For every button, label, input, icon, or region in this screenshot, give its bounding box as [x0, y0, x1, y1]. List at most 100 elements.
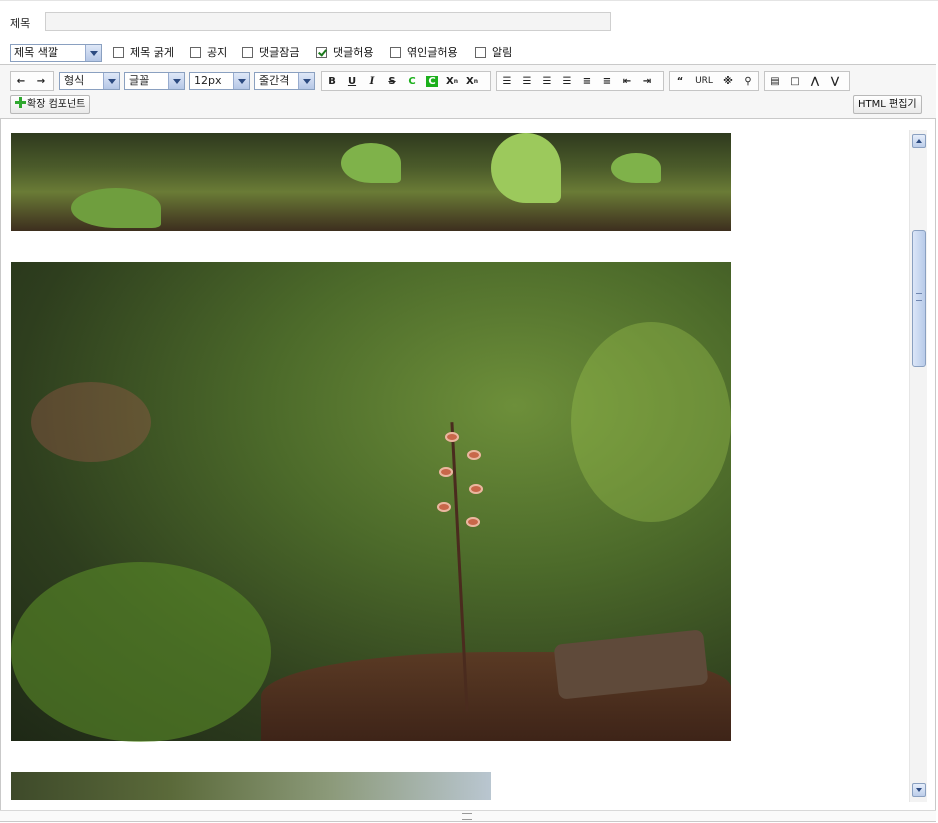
- font-select[interactable]: 글꼴: [124, 72, 185, 90]
- orchid-flower: [469, 484, 483, 494]
- box-button[interactable]: □: [785, 72, 805, 90]
- align-left-button[interactable]: ☰: [497, 72, 517, 90]
- split-column-button[interactable]: ⋀: [805, 72, 825, 90]
- quote-icon: “: [676, 75, 684, 87]
- font-color-button[interactable]: C: [402, 72, 422, 90]
- checkbox-label: 댓글잠금: [259, 46, 300, 59]
- split-column-icon: ⋀: [810, 75, 820, 87]
- superscript-icon: X: [446, 75, 454, 87]
- orchid-flower: [437, 502, 451, 512]
- format-select[interactable]: 형식: [59, 72, 120, 90]
- extend-component-button[interactable]: 확장 컴포넌트: [10, 95, 91, 114]
- bg-color-button[interactable]: C: [422, 72, 442, 90]
- split-row-icon: ⋁: [830, 75, 840, 87]
- bokeh-light: [31, 382, 151, 462]
- outdent-button[interactable]: ⇤: [617, 72, 637, 90]
- italic-icon: I: [369, 75, 375, 87]
- title-color-select-value: 제목 색깔: [14, 46, 58, 59]
- align-right-button[interactable]: ☰: [537, 72, 557, 90]
- subscript-icon: X: [466, 75, 474, 87]
- checkbox-icon[interactable]: [475, 46, 486, 58]
- search-button[interactable]: ⚲: [738, 72, 758, 90]
- orchid-flower: [439, 467, 453, 477]
- bold-icon: B: [328, 75, 336, 87]
- line-spacing-select-value: 줄간격: [259, 74, 290, 87]
- checkbox-label: 댓글허용: [333, 46, 374, 59]
- indent-button[interactable]: ⇥: [637, 72, 657, 90]
- unordered-list-button[interactable]: ≡: [597, 72, 617, 90]
- checkbox-icon[interactable]: [190, 46, 201, 58]
- bg-color-icon: C: [426, 75, 438, 87]
- font-size-select[interactable]: 12px: [189, 72, 250, 90]
- chevron-down-icon: [103, 73, 119, 89]
- html-editor-button[interactable]: HTML 편집기: [853, 95, 922, 114]
- align-center-button[interactable]: ☰: [517, 72, 537, 90]
- subscript-button[interactable]: Xn: [462, 72, 482, 90]
- font-color-icon: C: [408, 75, 416, 87]
- content-image-2: [11, 262, 731, 742]
- checkbox-icon[interactable]: [390, 46, 401, 58]
- chevron-down-icon: [298, 73, 314, 89]
- underline-button[interactable]: U: [342, 72, 362, 90]
- ordered-list-icon: ≡: [582, 75, 592, 87]
- line-spacing-select[interactable]: 줄간격: [254, 72, 315, 90]
- redo-button[interactable]: →: [31, 72, 51, 90]
- scroll-down-button[interactable]: [912, 783, 926, 797]
- editor-toolbar: ← → 형식 글꼴 12px 줄간격 B U I S C C Xn Xn ☰ ☰…: [0, 65, 936, 119]
- superscript-button[interactable]: Xn: [442, 72, 462, 90]
- top-divider: [0, 0, 938, 3]
- url-button[interactable]: URL: [690, 72, 718, 90]
- table-button[interactable]: ▤: [765, 72, 785, 90]
- checkbox-notify[interactable]: 알림: [475, 45, 512, 59]
- text-style-group: B U I S C C Xn Xn: [321, 71, 491, 91]
- indent-icon: ⇥: [642, 75, 652, 87]
- checkbox-trackback-allow[interactable]: 엮인글허용: [390, 45, 458, 59]
- checkbox-icon[interactable]: [113, 46, 124, 58]
- html-editor-label: HTML 편집기: [858, 99, 917, 110]
- split-row-button[interactable]: ⋁: [825, 72, 845, 90]
- align-right-icon: ☰: [542, 75, 552, 87]
- ordered-list-button[interactable]: ≡: [577, 72, 597, 90]
- checkbox-label: 엮인글허용: [407, 46, 458, 59]
- checkbox-checked-icon[interactable]: [316, 46, 327, 58]
- undo-icon: ←: [16, 75, 26, 87]
- scroll-thumb[interactable]: [912, 230, 926, 367]
- search-icon: ⚲: [744, 75, 752, 87]
- checkbox-title-bold[interactable]: 제목 굵게: [113, 45, 174, 59]
- orchid-flower: [467, 450, 481, 460]
- align-justify-button[interactable]: ☰: [557, 72, 577, 90]
- special-char-icon: ※: [723, 75, 733, 87]
- leaf-shape: [611, 153, 661, 183]
- table-icon: ▤: [770, 75, 780, 87]
- leaf-shape: [341, 143, 401, 183]
- checkbox-comment-lock[interactable]: 댓글잠금: [242, 45, 299, 59]
- box-icon: □: [790, 75, 800, 87]
- align-justify-icon: ☰: [562, 75, 572, 87]
- checkbox-icon[interactable]: [242, 46, 253, 58]
- undo-button[interactable]: ←: [11, 72, 31, 90]
- format-select-value: 형식: [64, 74, 85, 87]
- chevron-down-icon: [168, 73, 184, 89]
- unordered-list-icon: ≡: [602, 75, 612, 87]
- vertical-scrollbar[interactable]: [909, 130, 927, 802]
- leaf-shape: [491, 133, 561, 203]
- redo-icon: →: [36, 75, 46, 87]
- quote-button[interactable]: “: [670, 72, 690, 90]
- title-label: 제목: [10, 17, 31, 30]
- bold-button[interactable]: B: [322, 72, 342, 90]
- table-group: ▤ □ ⋀ ⋁: [764, 71, 850, 91]
- italic-button[interactable]: I: [362, 72, 382, 90]
- scroll-up-button[interactable]: [912, 134, 926, 148]
- title-input[interactable]: [45, 12, 611, 31]
- strike-button[interactable]: S: [382, 72, 402, 90]
- extend-component-label: 확장 컴포넌트: [27, 99, 86, 110]
- checkbox-label: 제목 굵게: [130, 46, 174, 59]
- resize-handle[interactable]: [0, 810, 936, 821]
- checkbox-notice[interactable]: 공지: [190, 45, 227, 59]
- editor-content[interactable]: [1, 120, 909, 810]
- bokeh-light: [571, 322, 731, 522]
- title-color-select[interactable]: 제목 색깔: [10, 44, 102, 62]
- special-char-button[interactable]: ※: [718, 72, 738, 90]
- checkbox-comment-allow[interactable]: 댓글허용: [316, 45, 373, 59]
- alignment-group: ☰ ☰ ☰ ☰ ≡ ≡ ⇤ ⇥: [496, 71, 664, 91]
